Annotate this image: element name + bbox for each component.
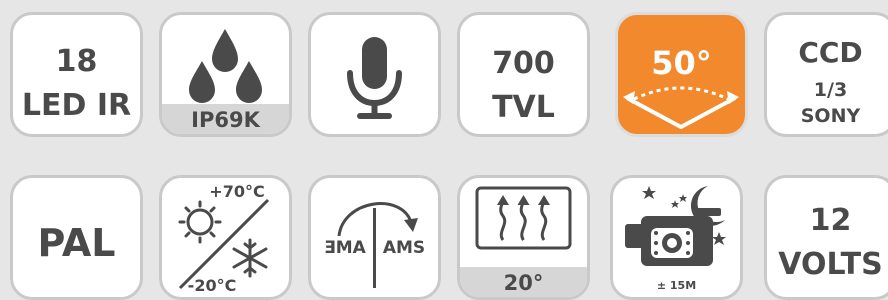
- volts-unit: VOLTS: [778, 247, 883, 282]
- heater-icon: [475, 186, 572, 250]
- ccd-title: CCD: [798, 36, 863, 69]
- pal-tile: PAL: [10, 175, 143, 300]
- temp-high: +70°C: [209, 182, 265, 201]
- led-count: 18: [55, 44, 98, 79]
- ccd-tile: CCD 1/3 SONY: [764, 12, 888, 137]
- heater-label: 20°: [503, 271, 544, 295]
- microphone-tile: [308, 12, 441, 137]
- water-drops-icon: [189, 29, 262, 103]
- ip-band: IP69K: [162, 104, 289, 134]
- tvl-unit: TVL: [492, 90, 555, 125]
- heater-band: 20°: [460, 267, 587, 297]
- led-label: LED IR: [21, 88, 132, 123]
- ccd-brand: SONY: [800, 105, 861, 127]
- tvl-tile: 700 TVL: [457, 12, 590, 137]
- mirror-tile: ƎMA AMS: [308, 175, 441, 300]
- volts-tile: 12 VOLTS: [764, 175, 888, 300]
- heater-tile: 20°: [457, 175, 590, 300]
- mirror-left: ƎMA: [324, 238, 366, 258]
- temp-low: -20°C: [187, 276, 237, 295]
- led-ir-tile: 18 LED IR: [10, 12, 143, 137]
- temperature-tile: +70°C -20°C: [159, 175, 292, 300]
- night-range: ± 15M: [656, 279, 697, 292]
- ccd-size: 1/3: [813, 79, 848, 101]
- microphone-icon: [347, 37, 402, 119]
- night-vision-tile: ± 15M: [610, 175, 743, 300]
- tvl-value: 700: [492, 46, 555, 81]
- viewing-angle-tile: 50°: [615, 12, 748, 137]
- viewing-angle-icon: [623, 86, 739, 129]
- ip69k-tile: IP69K: [159, 12, 292, 137]
- volts-value: 12: [809, 203, 852, 238]
- ip-label: IP69K: [191, 108, 260, 132]
- mirror-right: AMS: [382, 238, 426, 258]
- pal-label: PAL: [37, 221, 116, 265]
